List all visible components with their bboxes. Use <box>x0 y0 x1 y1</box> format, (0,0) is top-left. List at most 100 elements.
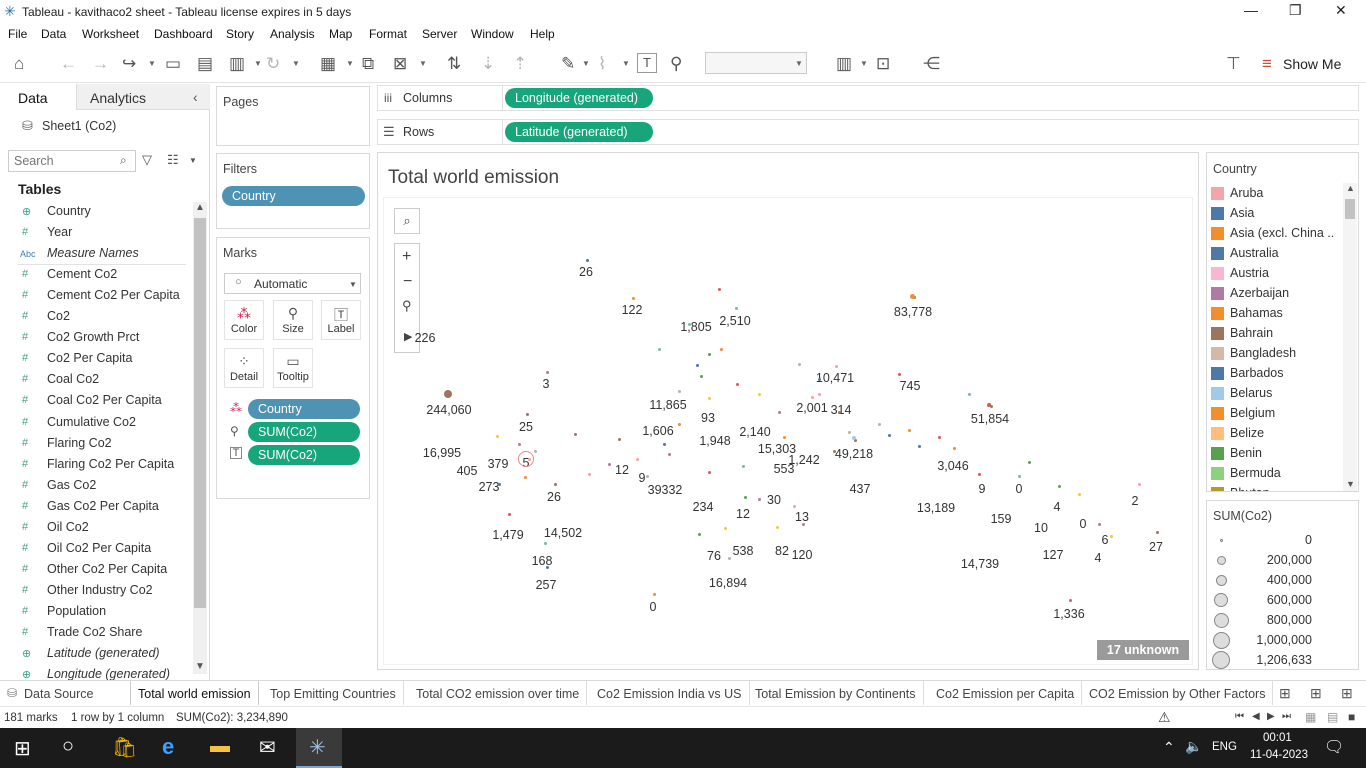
field-item[interactable]: # Year <box>0 222 190 243</box>
map-label[interactable]: 168 <box>532 554 553 568</box>
field-item[interactable]: # Gas Co2 <box>0 475 190 496</box>
map-point[interactable] <box>918 445 921 448</box>
map-point[interactable] <box>758 498 761 501</box>
map-point[interactable] <box>708 471 711 474</box>
chevron-down-icon[interactable]: ▼ <box>195 661 205 672</box>
map-point[interactable] <box>444 390 452 398</box>
clock-date[interactable]: 11-04-2023 <box>1250 749 1308 761</box>
country-legend-item[interactable]: Bermuda <box>1207 463 1343 483</box>
collapse-pane-icon[interactable]: ‹ <box>193 89 198 105</box>
map-label[interactable]: 12 <box>615 463 629 477</box>
map-point[interactable] <box>498 483 501 486</box>
map-point[interactable] <box>508 513 511 516</box>
file-explorer-icon[interactable]: ▬ <box>210 735 230 758</box>
search-icon[interactable]: ⌕ <box>120 153 127 168</box>
country-legend-item[interactable]: Belize <box>1207 423 1343 443</box>
field-item[interactable]: # Flaring Co2 <box>0 433 190 454</box>
map-point[interactable] <box>698 533 701 536</box>
map-point[interactable] <box>852 436 856 440</box>
field-item[interactable]: ⊕ Country <box>0 201 190 222</box>
tab-total-co2-over-time[interactable]: Total CO2 emission over time <box>409 681 588 705</box>
menu-window[interactable]: Window <box>471 27 514 41</box>
next-sheet-icon[interactable]: ▶ <box>1267 711 1275 722</box>
map-label[interactable]: 0 <box>650 600 657 614</box>
map-point[interactable] <box>778 411 781 414</box>
map-point[interactable] <box>818 378 821 381</box>
mark-type-dropdown[interactable]: ○ Automatic ▼ <box>224 273 361 294</box>
pin-map-icon[interactable]: ⚲ <box>402 298 412 314</box>
tab-emission-per-capita[interactable]: Co2 Emission per Capita <box>929 681 1083 705</box>
map-point[interactable] <box>496 435 499 438</box>
map-label[interactable]: 51,854 <box>971 412 1009 426</box>
map-label[interactable]: 82 <box>775 544 789 558</box>
chevron-down-icon[interactable]: ▼ <box>622 59 630 68</box>
map-point[interactable] <box>978 473 981 476</box>
sort-ascending-icon[interactable]: ⇣ <box>481 54 495 74</box>
country-legend-item[interactable]: Australia <box>1207 243 1343 263</box>
new-datasource-icon[interactable]: ▤ <box>197 54 213 74</box>
map-label[interactable]: 13 <box>795 510 809 524</box>
new-dashboard-tab-icon[interactable]: ⊞ <box>1310 685 1322 702</box>
chevron-down-icon[interactable]: ▼ <box>1346 479 1355 489</box>
map-point[interactable] <box>700 375 703 378</box>
map-point[interactable] <box>1018 475 1021 478</box>
grid-view-icon[interactable]: ▦ <box>1305 710 1316 724</box>
map-point[interactable] <box>1110 535 1113 538</box>
menu-dashboard[interactable]: Dashboard <box>154 27 213 41</box>
menu-worksheet[interactable]: Worksheet <box>82 27 139 41</box>
map-label[interactable]: 226 <box>415 331 436 345</box>
tableau-taskbar-button[interactable]: ✳ <box>296 728 342 768</box>
map-point[interactable] <box>802 523 805 526</box>
map-point[interactable] <box>908 429 911 432</box>
detail-button[interactable]: ⁘ Detail <box>224 348 264 388</box>
map-point[interactable] <box>968 393 971 396</box>
map-label[interactable]: 379 <box>488 457 509 471</box>
chevron-up-icon[interactable]: ⌃ <box>1163 739 1175 756</box>
map-label[interactable]: 745 <box>900 379 921 393</box>
country-legend-item[interactable]: Austria <box>1207 263 1343 283</box>
map-label[interactable]: 12 <box>736 507 750 521</box>
map-point[interactable] <box>653 593 656 596</box>
search-input[interactable] <box>14 152 119 170</box>
field-item[interactable]: # Cumulative Co2 <box>0 412 190 433</box>
tooltip-button[interactable]: ▭ Tooltip <box>273 348 313 388</box>
rows-pill-latitude[interactable]: Latitude (generated) <box>505 122 653 142</box>
map-point[interactable] <box>688 323 691 326</box>
tab-emission-other-factors[interactable]: CO2 Emission by Other Factors <box>1082 681 1274 705</box>
map-label[interactable]: 27 <box>1149 540 1163 554</box>
fit-dropdown[interactable] <box>705 52 807 74</box>
map-point[interactable] <box>708 397 711 400</box>
map-label[interactable]: 234 <box>693 500 714 514</box>
color-button[interactable]: ⁂ Color <box>224 300 264 340</box>
tab-co2-india-vs-us[interactable]: Co2 Emission India vs US <box>590 681 750 705</box>
country-legend-item[interactable]: Bhutan <box>1207 483 1343 491</box>
country-legend-item[interactable]: Bangladesh <box>1207 343 1343 363</box>
map-label[interactable]: 16,995 <box>423 446 461 460</box>
clear-sheet-icon[interactable]: ⊠ <box>393 54 407 74</box>
map-label[interactable]: 1,336 <box>1053 607 1084 621</box>
redo-icon[interactable]: → <box>92 54 109 74</box>
menu-help[interactable]: Help <box>530 27 555 41</box>
chevron-down-icon[interactable]: ▼ <box>419 59 427 68</box>
minimize-icon[interactable]: — <box>1244 2 1258 18</box>
map-label[interactable]: 10 <box>1034 521 1048 535</box>
notifications-icon[interactable]: 🗨 <box>1324 737 1344 757</box>
map-point[interactable] <box>742 465 745 468</box>
map-label[interactable]: 14,502 <box>544 526 582 540</box>
share-icon[interactable]: ⋲ <box>923 54 940 74</box>
tabs-view-icon[interactable]: ■ <box>1348 710 1355 724</box>
tab-top-emitting-countries[interactable]: Top Emitting Countries <box>263 681 404 705</box>
map-point[interactable] <box>1058 485 1061 488</box>
field-item[interactable]: # Other Co2 Per Capita <box>0 559 190 580</box>
country-legend-item[interactable]: Asia (excl. China .. <box>1207 223 1343 243</box>
map-point[interactable] <box>835 365 838 368</box>
warning-icon[interactable]: ⚠ <box>1158 709 1171 726</box>
pause-updates-icon[interactable]: ▥ <box>229 54 245 74</box>
field-item[interactable]: # Coal Co2 <box>0 369 190 390</box>
map-point[interactable] <box>818 393 821 396</box>
prev-sheet-icon[interactable]: ◀ <box>1252 711 1260 722</box>
map-label[interactable]: 4 <box>1054 500 1061 514</box>
map-point[interactable] <box>953 447 956 450</box>
map-label[interactable]: 26 <box>547 490 561 504</box>
field-item[interactable]: # Other Industry Co2 <box>0 580 190 601</box>
